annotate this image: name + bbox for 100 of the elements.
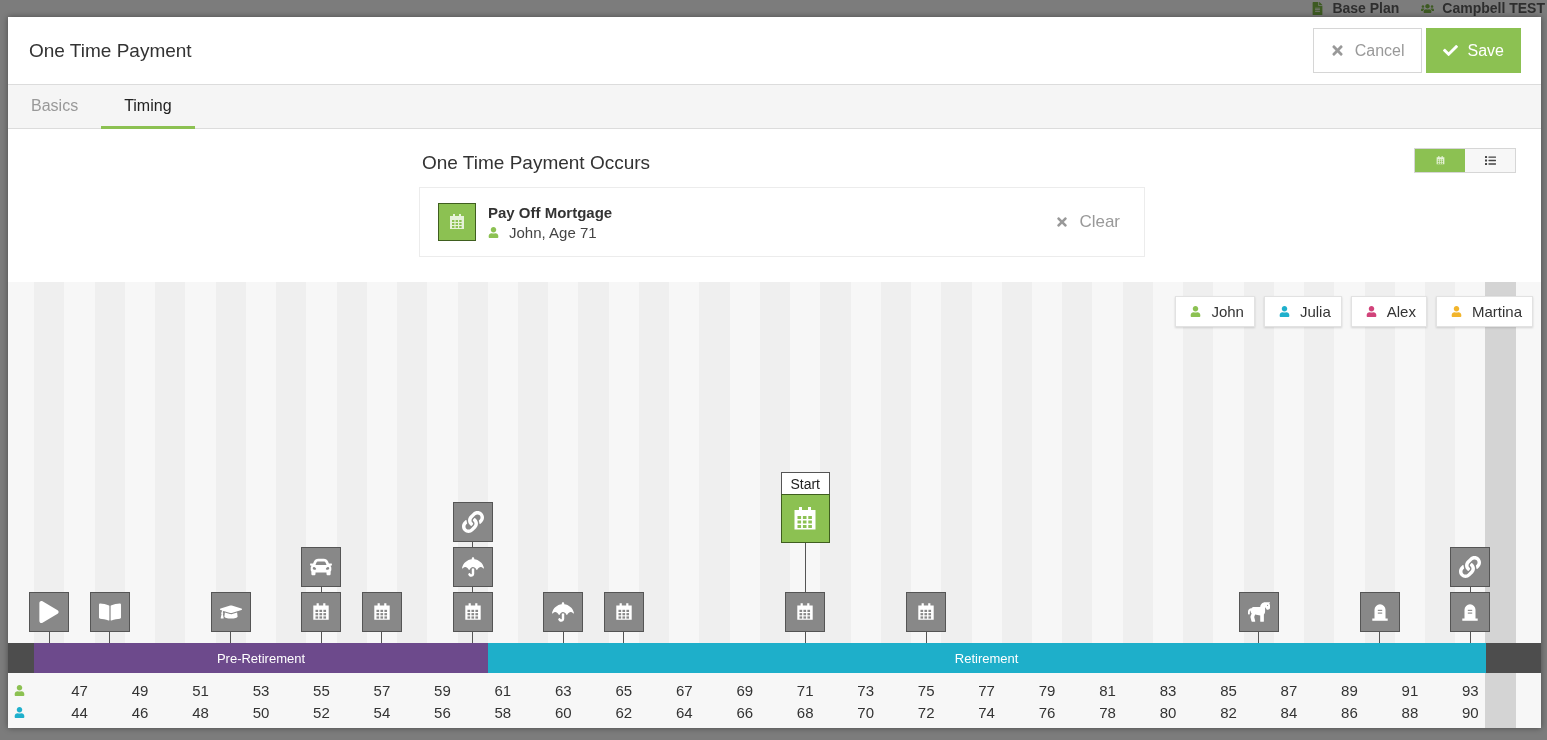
age-label: 69 (736, 681, 754, 699)
calendar-icon (1434, 155, 1446, 166)
play-icon (38, 601, 61, 623)
age-label: 60 (555, 703, 572, 721)
timeline-event[interactable] (543, 592, 584, 632)
connector-line (1469, 632, 1471, 643)
age-label: 79 (1038, 681, 1056, 699)
age-label: 58 (494, 703, 512, 721)
age-label: 61 (494, 681, 512, 699)
age-label: 90 (1462, 703, 1479, 721)
car-icon (310, 556, 333, 578)
age-label: 63 (555, 681, 572, 699)
connector-line (1258, 632, 1260, 643)
timeline-event[interactable] (89, 592, 130, 632)
link-icon (461, 511, 484, 533)
book-icon (98, 601, 121, 623)
age-label: 93 (1462, 681, 1479, 699)
age-label: 50 (252, 703, 270, 721)
age-label: 88 (1401, 703, 1419, 721)
timeline-event[interactable] (1238, 592, 1279, 632)
age-label: 46 (131, 703, 149, 721)
age-label: 66 (736, 703, 754, 721)
age-label: 80 (1159, 703, 1177, 721)
header-label: Base Plan (1332, 0, 1400, 17)
connector-line (562, 632, 564, 643)
person-chip[interactable]: Martina (1435, 296, 1533, 327)
section-heading: One Time Payment Occurs (422, 152, 652, 174)
view-toggle[interactable] (1415, 149, 1465, 172)
age-label: 82 (1220, 703, 1237, 721)
start-marker[interactable] (780, 494, 830, 543)
age-label: 57 (373, 681, 391, 699)
timeline-event[interactable] (301, 592, 342, 632)
timeline-event[interactable] (301, 547, 342, 587)
link-icon (1459, 556, 1482, 578)
age-label: 76 (1038, 703, 1056, 721)
age-label: 65 (615, 681, 633, 699)
timeline-event[interactable] (785, 592, 826, 632)
age-label: 83 (1159, 681, 1177, 699)
umbrella-icon (552, 601, 575, 623)
age-label: 54 (373, 703, 391, 721)
connector-line (804, 632, 806, 643)
view-toggle[interactable] (1465, 149, 1515, 172)
age-label: 78 (1099, 703, 1116, 721)
connector-line (48, 632, 50, 643)
age-label: 74 (978, 703, 995, 721)
connector-line (1379, 632, 1381, 643)
timeline-event[interactable] (1359, 592, 1400, 632)
check-icon (1442, 43, 1458, 58)
age-label: 48 (192, 703, 209, 721)
timeline-event[interactable] (1450, 547, 1491, 587)
age-label: 68 (796, 703, 814, 721)
connector-line (381, 632, 383, 643)
event-title: Pay Off Mortgage (488, 203, 614, 221)
age-label: 67 (675, 681, 693, 699)
age-label: 52 (313, 703, 330, 721)
phase-bar: Pre-Retirement (34, 643, 488, 673)
age-label: 53 (252, 681, 270, 699)
connector-line (230, 632, 232, 643)
age-label: 44 (71, 703, 88, 721)
connector-line (925, 632, 927, 643)
timeline-event[interactable] (210, 592, 251, 632)
age-label: 47 (71, 681, 88, 699)
timeline-event[interactable] (1450, 592, 1491, 632)
phase-bar: Retirement (487, 643, 1486, 673)
calendar-icon (447, 212, 467, 232)
person-chip[interactable]: Alex (1350, 296, 1427, 327)
tab[interactable]: Timing (101, 85, 195, 129)
age-label: 62 (615, 703, 633, 721)
age-label: 86 (1341, 703, 1358, 721)
age-label: 89 (1341, 681, 1358, 699)
age-label: 56 (434, 703, 451, 721)
connector-line (109, 632, 111, 643)
age-label: 85 (1220, 681, 1237, 699)
age-label: 73 (857, 681, 874, 699)
age-label: 71 (796, 681, 814, 699)
connector-line (804, 543, 806, 592)
timeline-event[interactable] (29, 592, 70, 632)
timeline-event[interactable] (452, 592, 493, 632)
document-icon (1311, 2, 1325, 15)
timeline-event[interactable] (361, 592, 402, 632)
age-label: 91 (1401, 681, 1419, 699)
start-label: Start (780, 472, 830, 494)
connector-line (320, 632, 322, 643)
age-label: 59 (434, 681, 451, 699)
age-label: 70 (857, 703, 874, 721)
person-chip[interactable]: John (1175, 296, 1255, 327)
timeline-event[interactable] (452, 547, 493, 587)
age-label: 77 (978, 681, 995, 699)
age-label: 49 (131, 681, 149, 699)
timeline-event[interactable] (603, 592, 644, 632)
age-label: 87 (1280, 681, 1298, 699)
age-label: 51 (192, 681, 209, 699)
age-label: 84 (1280, 703, 1298, 721)
timeline-event[interactable] (906, 592, 947, 632)
dialog-title: One Time Payment (29, 39, 193, 62)
close-icon (1055, 215, 1070, 229)
people-icon (1421, 2, 1435, 15)
event-person: John, Age 71 (509, 223, 597, 241)
person-chip[interactable]: Julia (1263, 296, 1342, 327)
timeline-event[interactable] (452, 502, 493, 542)
